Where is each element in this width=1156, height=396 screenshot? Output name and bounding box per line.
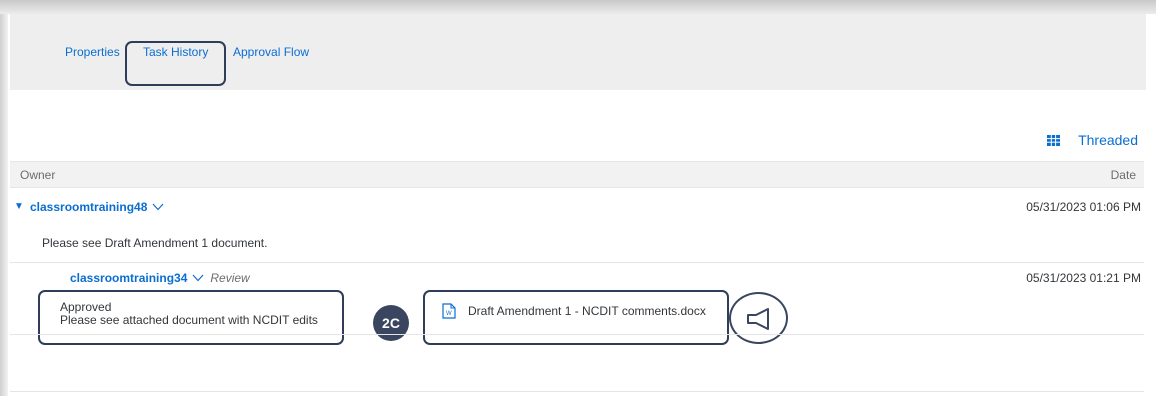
reply-comment: Approved Please see attached document wi… [60, 301, 318, 327]
chevron-down-icon[interactable] [152, 203, 164, 211]
tab-approval-flow[interactable]: Approval Flow [233, 14, 309, 90]
tab-properties[interactable]: Properties [65, 14, 120, 90]
row-divider [10, 334, 1144, 335]
step-callout-badge: 2C [373, 305, 409, 341]
entry-owner-link[interactable]: classroomtraining48 [30, 200, 164, 214]
reply-owner: classroomtraining34 Review [70, 271, 250, 285]
entry-owner-name: classroomtraining48 [30, 200, 148, 214]
window-frame-left [0, 14, 8, 396]
chevron-down-icon[interactable] [192, 274, 204, 282]
threaded-label: Threaded [1078, 132, 1138, 148]
word-document-icon: W [442, 303, 456, 319]
date-column-header: Date [1110, 168, 1136, 182]
svg-text:W: W [446, 311, 452, 317]
entry-comment: Please see Draft Amendment 1 document. [42, 236, 268, 250]
table-header: Owner Date [10, 161, 1144, 188]
row-divider [10, 262, 1144, 263]
reply-owner-link[interactable]: classroomtraining34 [70, 271, 187, 285]
attachment-name: Draft Amendment 1 - NCDIT comments.docx [468, 304, 706, 318]
attachment-link[interactable]: W Draft Amendment 1 - NCDIT comments.doc… [442, 303, 706, 319]
window-frame-top [0, 0, 1156, 14]
narration-speaker-button[interactable] [729, 292, 788, 344]
table-grid-icon [1047, 134, 1061, 146]
threaded-view-toggle[interactable]: Threaded [1047, 132, 1138, 148]
highlight-frame-task-history [125, 41, 226, 86]
expand-triangle-icon[interactable]: ▼ [14, 201, 24, 212]
reply-date: 05/31/2023 01:21 PM [1026, 271, 1141, 285]
megaphone-icon [747, 308, 769, 330]
row-divider [10, 391, 1144, 392]
reply-comment-text: Please see attached document with NCDIT … [60, 313, 318, 327]
owner-column-header: Owner [20, 168, 56, 182]
entry-date: 05/31/2023 01:06 PM [1026, 200, 1141, 214]
reply-action-label: Review [210, 271, 250, 285]
